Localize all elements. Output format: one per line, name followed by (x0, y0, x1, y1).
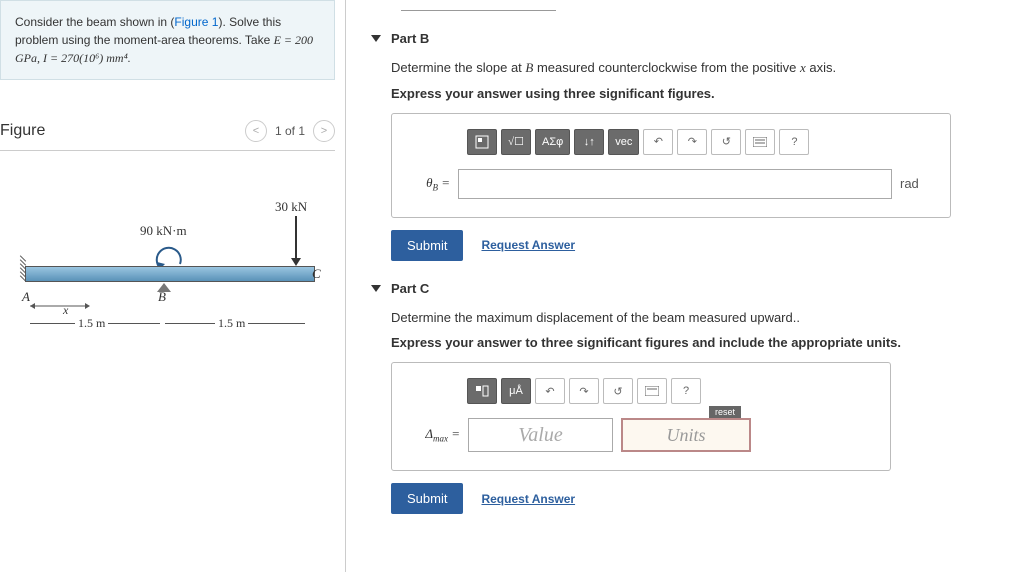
collapse-icon (371, 35, 381, 42)
figure-link[interactable]: Figure 1 (174, 15, 218, 29)
part-c-instruction: Express your answer to three significant… (391, 335, 1009, 350)
template-button[interactable] (467, 378, 497, 404)
divider (401, 10, 556, 11)
collapse-icon (371, 285, 381, 292)
redo-button[interactable]: ↷ (569, 378, 599, 404)
part-b-header[interactable]: Part B (371, 31, 1009, 46)
part-c-answer-box: μÅ ↶ ↷ ↺ ? Δmax = Value reset Units (391, 362, 891, 471)
dimension-1: 1.5 m (75, 316, 108, 331)
problem-statement: Consider the beam shown in (Figure 1). S… (0, 0, 335, 80)
point-b-label: B (158, 289, 166, 305)
part-c-prompt: Determine the maximum displacement of th… (391, 308, 1009, 328)
reset-tag[interactable]: reset (709, 406, 741, 418)
part-c-title: Part C (391, 281, 429, 296)
keyboard-button[interactable] (745, 129, 775, 155)
part-c-body: Determine the maximum displacement of th… (371, 308, 1009, 515)
keyboard-button[interactable] (637, 378, 667, 404)
moment-label: 90 kN·m (140, 223, 187, 239)
template-button[interactable] (467, 129, 497, 155)
sqrt-button[interactable]: √☐ (501, 129, 531, 155)
point-c-label: C (312, 266, 321, 282)
part-b-title: Part B (391, 31, 429, 46)
figure-title: Figure (0, 122, 45, 140)
figure-next-button[interactable]: > (313, 120, 335, 142)
part-b-request-link[interactable]: Request Answer (481, 238, 575, 252)
vec-button[interactable]: vec (608, 129, 639, 155)
figure-nav: < 1 of 1 > (245, 120, 335, 142)
part-b-variable: θB = (412, 175, 450, 193)
undo-button[interactable]: ↶ (535, 378, 565, 404)
help-button[interactable]: ? (671, 378, 701, 404)
figure-section: Figure < 1 of 1 > 30 kN 90 kN·m (0, 120, 345, 371)
part-b-instruction: Express your answer using three signific… (391, 86, 1009, 101)
part-b-prompt: Determine the slope at B measured counte… (391, 58, 1009, 78)
problem-text: Consider the beam shown in ( (15, 15, 174, 29)
reset-button[interactable]: ↺ (603, 378, 633, 404)
part-b-body: Determine the slope at B measured counte… (371, 58, 1009, 261)
part-c-header[interactable]: Part C (371, 281, 1009, 296)
point-a-label: A (22, 289, 30, 305)
force-arrow-icon (295, 216, 301, 266)
right-panel: Part B Determine the slope at B measured… (345, 0, 1024, 572)
part-c-variable: Δmax = (412, 426, 460, 444)
greek-button[interactable]: ΑΣφ (535, 129, 570, 155)
figure-counter: 1 of 1 (275, 124, 305, 138)
part-c-toolbar: μÅ ↶ ↷ ↺ ? (412, 378, 870, 404)
unit-symbol-button[interactable]: μÅ (501, 378, 531, 404)
undo-button[interactable]: ↶ (643, 129, 673, 155)
help-button[interactable]: ? (779, 129, 809, 155)
left-panel: Consider the beam shown in (Figure 1). S… (0, 0, 345, 572)
figure-diagram: 30 kN 90 kN·m A B C (10, 191, 325, 371)
redo-button[interactable]: ↷ (677, 129, 707, 155)
part-b-submit-button[interactable]: Submit (391, 230, 463, 261)
part-b-toolbar: √☐ ΑΣφ ↓↑ vec ↶ ↷ ↺ ? (412, 129, 930, 155)
part-c-value-input[interactable]: Value (468, 418, 613, 452)
x-axis-arrow (30, 301, 90, 311)
dimension-2: 1.5 m (215, 316, 248, 331)
force-label: 30 kN (275, 199, 307, 215)
beam-icon (25, 266, 315, 282)
reset-button[interactable]: ↺ (711, 129, 741, 155)
figure-prev-button[interactable]: < (245, 120, 267, 142)
part-c-request-link[interactable]: Request Answer (481, 492, 575, 506)
part-c-submit-button[interactable]: Submit (391, 483, 463, 514)
part-b-answer-box: √☐ ΑΣφ ↓↑ vec ↶ ↷ ↺ ? θB = rad (391, 113, 951, 218)
part-b-input[interactable] (458, 169, 892, 199)
part-c-units-input[interactable]: reset Units (621, 418, 751, 452)
part-b-unit: rad (900, 176, 930, 191)
subscript-button[interactable]: ↓↑ (574, 129, 604, 155)
